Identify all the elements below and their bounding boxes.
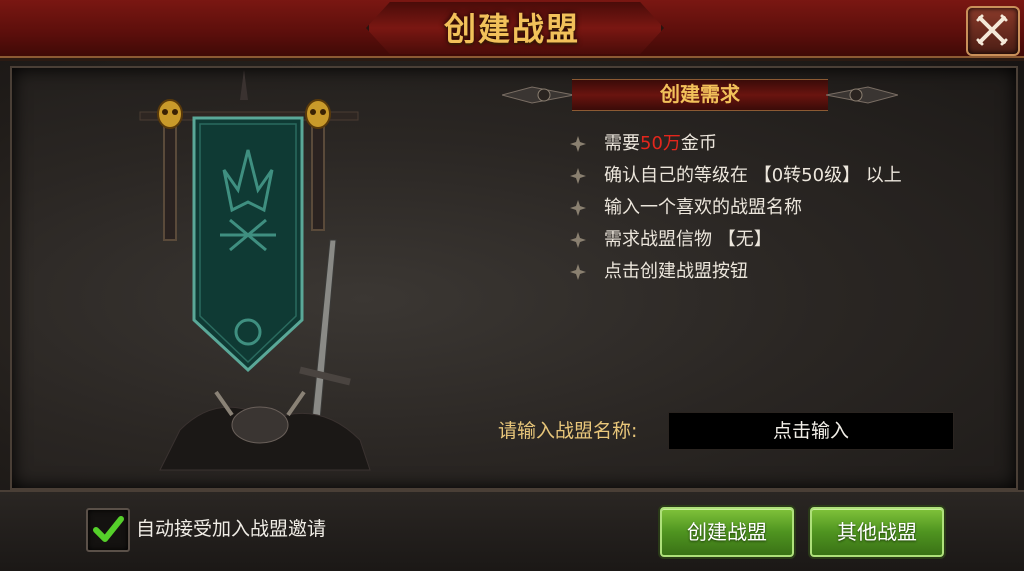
requirement-text: 确认自己的等级在 【0转50级】 以上 (604, 165, 902, 186)
requirement-text: 输入一个喜欢的战盟名称 (604, 197, 802, 218)
bullet-icon (570, 136, 586, 152)
guild-banner-image (139, 70, 371, 471)
bullet-icon (570, 264, 586, 280)
left-ornament-icon (502, 86, 574, 104)
checkmark-icon (93, 516, 124, 542)
bullet-icon (570, 200, 586, 216)
requirement-item: 需要50万金币 (566, 128, 902, 160)
requirement-text: 需要 (604, 133, 640, 154)
highlighted-amount: 50万 (640, 133, 681, 154)
right-ornament-icon (826, 86, 898, 104)
close-button[interactable] (966, 6, 1020, 56)
auto-accept-label: 自动接受加入战盟邀请 (136, 518, 327, 540)
bullet-icon (570, 168, 586, 184)
create-guild-button[interactable]: 创建战盟 (660, 507, 794, 557)
requirement-text: 点击创建战盟按钮 (604, 261, 748, 282)
other-guilds-button[interactable]: 其他战盟 (810, 507, 944, 557)
requirements-header: 创建需求 (500, 77, 900, 113)
requirement-item: 确认自己的等级在 【0转50级】 以上 (566, 160, 902, 192)
bullet-icon (570, 232, 586, 248)
requirement-item: 输入一个喜欢的战盟名称 (566, 192, 902, 224)
requirements-title: 创建需求 (660, 82, 740, 106)
close-icon (976, 14, 1008, 46)
dialog-title: 创建战盟 (443, 10, 580, 48)
auto-accept-checkbox[interactable] (86, 508, 130, 552)
requirement-item: 需求战盟信物 【无】 (566, 224, 902, 256)
requirement-text: 需求战盟信物 【无】 (604, 229, 772, 250)
requirement-text: 金币 (680, 133, 717, 154)
requirement-item: 点击创建战盟按钮 (566, 256, 902, 288)
guild-name-input[interactable]: 点击输入 (668, 412, 954, 450)
guild-name-label: 请输入战盟名称: (498, 420, 638, 442)
title-bar: 创建战盟 (0, 0, 1024, 61)
requirements-list: 需要50万金币确认自己的等级在 【0转50级】 以上 输入一个喜欢的战盟名称 需求战… (566, 128, 902, 288)
